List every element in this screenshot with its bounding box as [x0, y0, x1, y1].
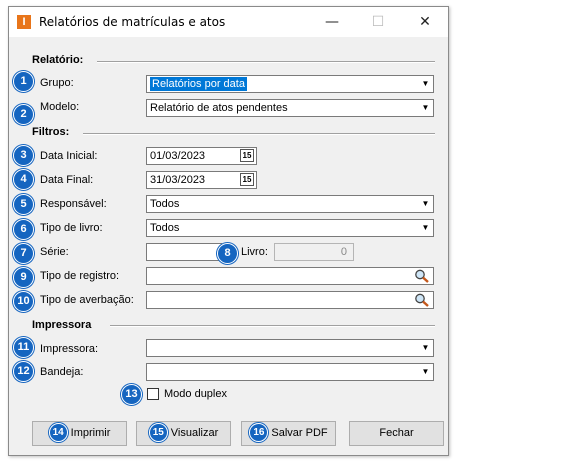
modelo-label: Modelo:: [40, 101, 80, 113]
imprimir-label: Imprimir: [70, 427, 111, 439]
maximize-button: ☐: [371, 14, 385, 30]
dialog-window: I Relatórios de matrículas e atos — ☐ ✕ …: [8, 6, 449, 456]
section-divider: [110, 325, 435, 327]
modelo-value: Relatório de atos pendentes: [150, 102, 288, 114]
badge-15: 15: [148, 422, 168, 442]
chevron-down-icon[interactable]: ▼: [418, 76, 433, 92]
serie-label: Série:: [40, 246, 69, 258]
bandeja-select[interactable]: ▼: [146, 363, 434, 381]
minimize-button[interactable]: —: [309, 7, 355, 37]
livro-label: Livro:: [241, 246, 268, 258]
section-relatorio: Relatório:: [32, 54, 84, 66]
tipo-registro-label: Tipo de registro:: [40, 270, 120, 282]
bandeja-label: Bandeja:: [40, 366, 84, 378]
modelo-select[interactable]: Relatório de atos pendentes ▼: [146, 99, 434, 117]
badge-6: 6: [13, 219, 34, 240]
badge-7: 7: [13, 243, 34, 264]
grupo-label: Grupo:: [40, 77, 74, 89]
fechar-button[interactable]: Fechar: [349, 421, 444, 446]
search-icon[interactable]: [412, 268, 432, 284]
data-final-value: 31/03/2023: [150, 174, 206, 186]
chevron-down-icon[interactable]: ▼: [418, 220, 433, 236]
badge-2: 2: [13, 104, 34, 125]
visualizar-label: Visualizar: [170, 427, 219, 439]
search-icon[interactable]: [412, 292, 432, 308]
data-final-label: Data Final:: [40, 174, 94, 186]
badge-5: 5: [13, 194, 34, 215]
badge-4: 4: [13, 169, 34, 190]
salvar-pdf-label: Salvar PDF: [271, 427, 328, 439]
badge-1: 1: [13, 71, 34, 92]
grupo-value: Relatórios por data: [150, 77, 247, 91]
livro-field: 0: [274, 243, 354, 261]
app-icon: I: [17, 15, 31, 29]
close-button[interactable]: ✕: [402, 7, 448, 37]
calendar-icon[interactable]: 15: [240, 149, 254, 162]
fechar-label: Fechar: [379, 427, 414, 439]
calendar-icon[interactable]: 15: [240, 173, 254, 186]
chevron-down-icon[interactable]: ▼: [418, 340, 433, 356]
chevron-down-icon[interactable]: ▼: [418, 100, 433, 116]
responsavel-label: Responsável:: [40, 198, 107, 210]
badge-3: 3: [13, 145, 34, 166]
badge-13: 13: [121, 384, 142, 405]
chevron-down-icon[interactable]: ▼: [418, 196, 433, 212]
section-divider: [83, 133, 435, 135]
badge-9: 9: [13, 267, 34, 288]
modo-duplex-checkbox[interactable]: [147, 388, 159, 400]
section-divider: [97, 61, 435, 63]
visualizar-button[interactable]: 15 Visualizar: [136, 421, 231, 446]
badge-12: 12: [13, 361, 34, 382]
tipo-livro-label: Tipo de livro:: [40, 222, 103, 234]
tipo-averbacao-label: Tipo de averbação:: [40, 294, 134, 306]
serie-field[interactable]: [146, 243, 222, 261]
section-impressora: Impressora: [32, 319, 92, 331]
badge-8: 8: [217, 243, 238, 264]
title-bar: I Relatórios de matrículas e atos — ☐ ✕: [9, 7, 448, 37]
responsavel-value: Todos: [150, 198, 180, 210]
badge-10: 10: [13, 291, 34, 312]
impressora-select[interactable]: ▼: [146, 339, 434, 357]
badge-14: 14: [48, 422, 68, 442]
chevron-down-icon[interactable]: ▼: [418, 364, 433, 380]
salvar-pdf-button[interactable]: 16 Salvar PDF: [241, 421, 336, 446]
badge-16: 16: [249, 422, 269, 442]
modo-duplex-label[interactable]: Modo duplex: [164, 388, 227, 400]
data-inicial-field[interactable]: 01/03/2023 15: [146, 147, 257, 165]
grupo-select[interactable]: Relatórios por data ▼: [146, 75, 434, 93]
window-title: Relatórios de matrículas e atos: [39, 15, 226, 29]
tipo-registro-field[interactable]: [146, 267, 434, 285]
data-inicial-value: 01/03/2023: [150, 150, 206, 162]
section-filtros: Filtros:: [32, 126, 70, 138]
imprimir-button[interactable]: 14 Imprimir: [32, 421, 127, 446]
livro-value: 0: [340, 246, 347, 258]
tipo-averbacao-field[interactable]: [146, 291, 434, 309]
badge-11: 11: [13, 337, 34, 358]
data-final-field[interactable]: 31/03/2023 15: [146, 171, 257, 189]
tipo-livro-select[interactable]: Todos ▼: [146, 219, 434, 237]
data-inicial-label: Data Inicial:: [40, 150, 98, 162]
impressora-label: Impressora:: [40, 343, 99, 355]
tipo-livro-value: Todos: [150, 222, 180, 234]
responsavel-select[interactable]: Todos ▼: [146, 195, 434, 213]
